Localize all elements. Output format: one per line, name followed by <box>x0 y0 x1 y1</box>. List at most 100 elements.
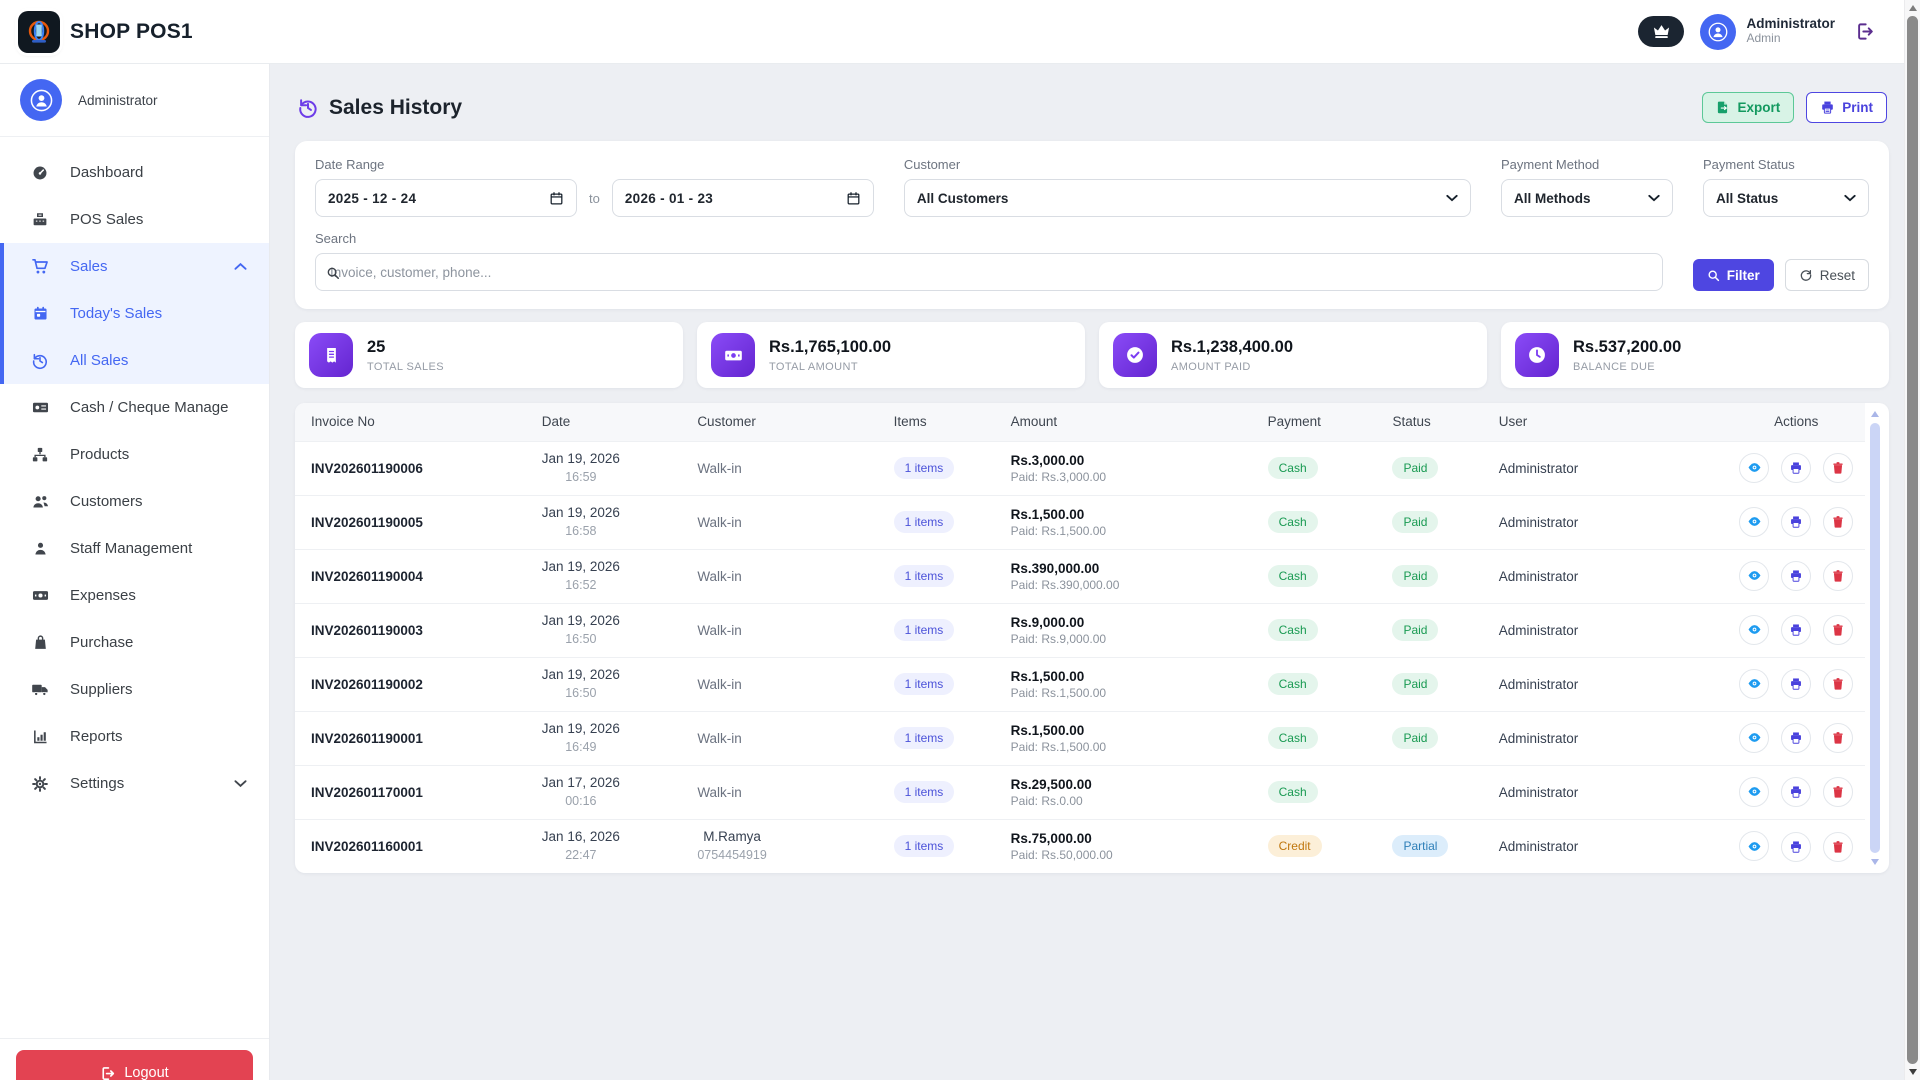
filter-button[interactable]: Filter <box>1693 259 1774 291</box>
logout-button[interactable]: Logout <box>16 1050 253 1080</box>
delete-button[interactable] <box>1823 615 1853 645</box>
delete-button[interactable] <box>1823 669 1853 699</box>
sidebar-item-expenses[interactable]: Expenses <box>0 572 269 619</box>
sale-user: Administrator <box>1499 731 1579 746</box>
amount: Rs.9,000.00 <box>1011 615 1252 630</box>
delete-button[interactable] <box>1823 723 1853 753</box>
sidebar-item-pos-sales[interactable]: POS Sales <box>0 196 269 243</box>
sale-user: Administrator <box>1499 623 1579 638</box>
sidebar-item-todays-sales[interactable]: Today's Sales <box>0 290 269 337</box>
view-button[interactable] <box>1739 669 1769 699</box>
date-range-label: Date Range <box>315 157 874 172</box>
date-to-input[interactable]: 2026 - 01 - 23 <box>612 179 874 217</box>
sidebar-item-sales[interactable]: Sales <box>0 243 269 290</box>
print-row-button[interactable] <box>1781 507 1811 537</box>
date-from-input[interactable]: 2025 - 12 - 24 <box>315 179 577 217</box>
amount: Rs.1,500.00 <box>1011 507 1252 522</box>
view-button[interactable] <box>1739 507 1769 537</box>
status-badge: Paid <box>1392 673 1438 695</box>
sidebar-item-dashboard[interactable]: Dashboard <box>0 149 269 196</box>
col-amount: Amount <box>1003 403 1260 441</box>
scroll-up-arrow-icon[interactable] <box>1909 5 1917 11</box>
sign-out-icon <box>1855 22 1874 41</box>
amount-paid: Paid: Rs.1,500.00 <box>1011 740 1252 754</box>
print-row-button[interactable] <box>1781 777 1811 807</box>
sale-time: 16:59 <box>565 470 596 484</box>
view-button[interactable] <box>1739 831 1769 861</box>
crown-button[interactable] <box>1638 16 1684 47</box>
date-from-value: 2025 - 12 - 24 <box>328 191 416 206</box>
sidebar-item-staff-management[interactable]: Staff Management <box>0 525 269 572</box>
page-scrollbar[interactable] <box>1904 0 1920 1080</box>
view-button[interactable] <box>1739 615 1769 645</box>
print-row-button[interactable] <box>1781 453 1811 483</box>
customer-select[interactable]: All Customers <box>904 179 1471 217</box>
delete-button[interactable] <box>1823 453 1853 483</box>
delete-button[interactable] <box>1823 507 1853 537</box>
table-scrollbar-thumb[interactable] <box>1870 423 1880 853</box>
sidebar-item-settings[interactable]: Settings <box>0 760 269 807</box>
customer-name: Walk-in <box>697 569 742 584</box>
scroll-up-arrow-icon[interactable] <box>1871 411 1879 417</box>
sidebar-item-purchase[interactable]: Purchase <box>0 619 269 666</box>
print-row-button[interactable] <box>1781 669 1811 699</box>
date-range-group: Date Range 2025 - 12 - 24 to 2026 - 01 -… <box>315 157 874 217</box>
sidebar-item-cash-cheque[interactable]: Cash / Cheque Manage <box>0 384 269 431</box>
table-scrollbar[interactable] <box>1869 409 1881 867</box>
sidebar-item-label: All Sales <box>70 352 128 369</box>
delete-button[interactable] <box>1823 832 1853 862</box>
reset-button[interactable]: Reset <box>1785 259 1869 291</box>
sidebar-item-customers[interactable]: Customers <box>0 478 269 525</box>
search-input[interactable] <box>315 253 1663 291</box>
print-row-button[interactable] <box>1781 561 1811 591</box>
person-icon <box>30 89 53 112</box>
calendar-day-icon <box>30 305 50 322</box>
delete-button[interactable] <box>1823 777 1853 807</box>
sidebar-item-products[interactable]: Products <box>0 431 269 478</box>
brand: SHOP POS1 <box>18 11 193 53</box>
user-menu[interactable]: Administrator Admin <box>1700 14 1835 50</box>
money-bill-icon <box>30 586 50 605</box>
sale-time: 16:58 <box>565 524 596 538</box>
scroll-down-arrow-icon[interactable] <box>1871 859 1879 865</box>
sale-date: Jan 16, 2026 <box>542 829 620 844</box>
customer-name: M.Ramya <box>703 829 761 844</box>
payment-status-value: All Status <box>1716 191 1778 206</box>
page-scrollbar-thumb[interactable] <box>1907 16 1918 1064</box>
sidebar-item-suppliers[interactable]: Suppliers <box>0 666 269 713</box>
stat-value: 25 <box>367 337 444 358</box>
view-button[interactable] <box>1739 561 1769 591</box>
chart-icon <box>30 728 50 745</box>
view-button[interactable] <box>1739 453 1769 483</box>
view-button[interactable] <box>1739 723 1769 753</box>
payment-status-select[interactable]: All Status <box>1703 179 1869 217</box>
printer-icon <box>1789 623 1803 637</box>
printer-icon <box>1789 840 1803 854</box>
stat-card-total-sales: 25 TOTAL SALES <box>295 322 683 388</box>
sidebar-item-all-sales[interactable]: All Sales <box>0 337 269 384</box>
table-row: INV202601190005 Jan 19, 202616:58 Walk-i… <box>295 495 1865 549</box>
view-button[interactable] <box>1739 777 1769 807</box>
print-row-button[interactable] <box>1781 723 1811 753</box>
table-row: INV202601190002 Jan 19, 202616:50 Walk-i… <box>295 657 1865 711</box>
sidebar-item-reports[interactable]: Reports <box>0 713 269 760</box>
status-badge: Partial <box>1392 835 1448 857</box>
sale-user: Administrator <box>1499 785 1579 800</box>
sidebar-item-label: Expenses <box>70 587 136 604</box>
delete-button[interactable] <box>1823 561 1853 591</box>
person-icon <box>1708 22 1728 42</box>
payment-method-select[interactable]: All Methods <box>1501 179 1673 217</box>
export-button[interactable]: Export <box>1702 92 1794 123</box>
col-user: User <box>1491 403 1728 441</box>
invoice-no: INV202601190006 <box>311 461 423 476</box>
scroll-down-arrow-icon[interactable] <box>1909 1069 1917 1075</box>
col-items: Items <box>886 403 1003 441</box>
print-button[interactable]: Print <box>1806 92 1887 123</box>
items-badge: 1 items <box>894 727 955 749</box>
sale-time: 16:49 <box>565 740 596 754</box>
sign-out-button[interactable] <box>1855 22 1874 41</box>
print-row-button[interactable] <box>1781 615 1811 645</box>
sale-date: Jan 17, 2026 <box>542 775 620 790</box>
print-row-button[interactable] <box>1781 832 1811 862</box>
sidebar-item-label: Staff Management <box>70 540 192 557</box>
